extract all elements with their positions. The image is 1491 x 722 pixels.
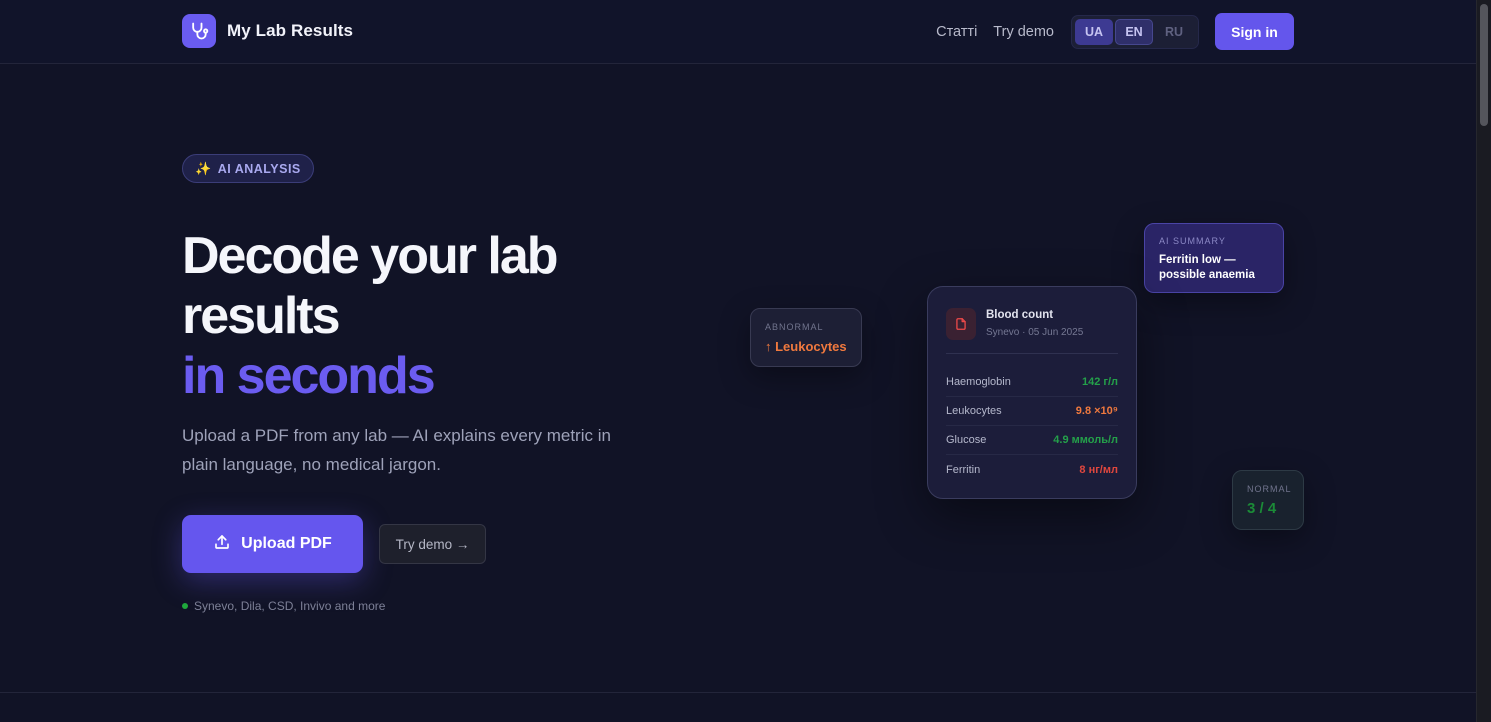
ai-summary-chip: AI SUMMARY Ferritin low — possible anaem… (1144, 223, 1284, 293)
language-switcher: UA EN RU (1071, 14, 1199, 49)
logo-link[interactable]: My Lab Results (182, 14, 353, 48)
app-title: My Lab Results (227, 21, 354, 40)
card-title: Blood count (986, 309, 1054, 321)
metric-row: Leukocytes 9.8 ×10⁹ (946, 397, 1118, 426)
abnormal-chip-value: ↑ Leukocytes (765, 339, 847, 354)
hero-subtitle: Upload a PDF from any lab — AI explains … (182, 426, 611, 474)
metric-row: Glucose 4.9 ммоль/л (946, 426, 1118, 455)
document-icon (946, 308, 976, 340)
metric-row: Haemoglobin 142 г/л (946, 368, 1118, 397)
supported-labs-note: Synevo, Dila, CSD, Invivo and more (182, 599, 385, 613)
metric-row: Ferritin 8 нг/мл (946, 455, 1118, 484)
metric-name: Glucose (946, 434, 987, 446)
abnormal-chip-label: ABNORMAL (765, 322, 824, 332)
status-dot-icon (182, 603, 188, 609)
card-heading: Blood count Synevo · 05 Jun 2025 (986, 308, 1083, 340)
metric-name: Leukocytes (946, 405, 1002, 417)
section-divider (0, 692, 1476, 693)
lang-ua-button[interactable]: UA (1075, 18, 1113, 45)
sign-in-button[interactable]: Sign in (1215, 13, 1294, 50)
nav-try-demo-link[interactable]: Try demo (993, 24, 1054, 40)
ai-analysis-badge: ✨ AI ANALYSIS (182, 154, 314, 183)
metric-name: Ferritin (946, 463, 981, 476)
normal-chip-value: 3 / 4 (1247, 500, 1277, 517)
metric-value: 8 нг/мл (1079, 463, 1118, 476)
lang-en-button[interactable]: EN (1115, 18, 1153, 45)
ai-summary-chip-value: Ferritin low — possible anaemia (1159, 254, 1255, 281)
normal-chip-label: NORMAL (1247, 484, 1292, 494)
card-divider (946, 353, 1118, 354)
blood-count-card: Blood count Synevo · 05 Jun 2025 Haemogl… (927, 286, 1137, 499)
upload-pdf-label: Upload PDF (241, 535, 332, 552)
card-subtitle: Synevo · 05 Jun 2025 (986, 327, 1084, 338)
hero-title-main: Decode your lab results (182, 227, 559, 345)
supported-labs-text: Synevo, Dila, CSD, Invivo and more (194, 599, 386, 613)
metric-value: 9.8 ×10⁹ (1075, 405, 1118, 417)
metric-value: 4.9 ммоль/л (1053, 434, 1118, 446)
metrics-list: Haemoglobin 142 г/л Leukocytes 9.8 ×10⁹ … (946, 368, 1118, 484)
upload-pdf-button[interactable]: Upload PDF (182, 515, 363, 573)
stethoscope-icon (182, 14, 216, 48)
top-header: My Lab Results Статті Try demo UA EN RU … (0, 0, 1476, 64)
ai-summary-chip-label: AI SUMMARY (1159, 236, 1226, 246)
hero-title-accent: in seconds (182, 347, 436, 405)
nav-articles-link[interactable]: Статті (936, 24, 977, 40)
abnormal-chip: ABNORMAL ↑ Leukocytes (750, 308, 862, 367)
badge-label: AI ANALYSIS (217, 161, 301, 176)
card-header: Blood count Synevo · 05 Jun 2025 (946, 308, 1083, 340)
metric-name: Haemoglobin (946, 376, 1011, 388)
upload-icon (213, 533, 231, 556)
sparkles-icon: ✨ (195, 160, 212, 176)
hero-title: Decode your lab results in seconds (182, 226, 652, 406)
normal-chip: NORMAL 3 / 4 (1232, 470, 1304, 530)
scrollbar-thumb[interactable] (1480, 4, 1488, 126)
page-scrollbar[interactable] (1476, 0, 1491, 722)
lang-ru-button[interactable]: RU (1155, 19, 1193, 45)
metric-value: 142 г/л (1081, 376, 1118, 388)
page: My Lab Results Статті Try demo UA EN RU … (0, 0, 1491, 722)
try-demo-button[interactable]: Try demo → (379, 524, 486, 564)
top-nav: Статті Try demo UA EN RU Sign in (936, 13, 1294, 50)
